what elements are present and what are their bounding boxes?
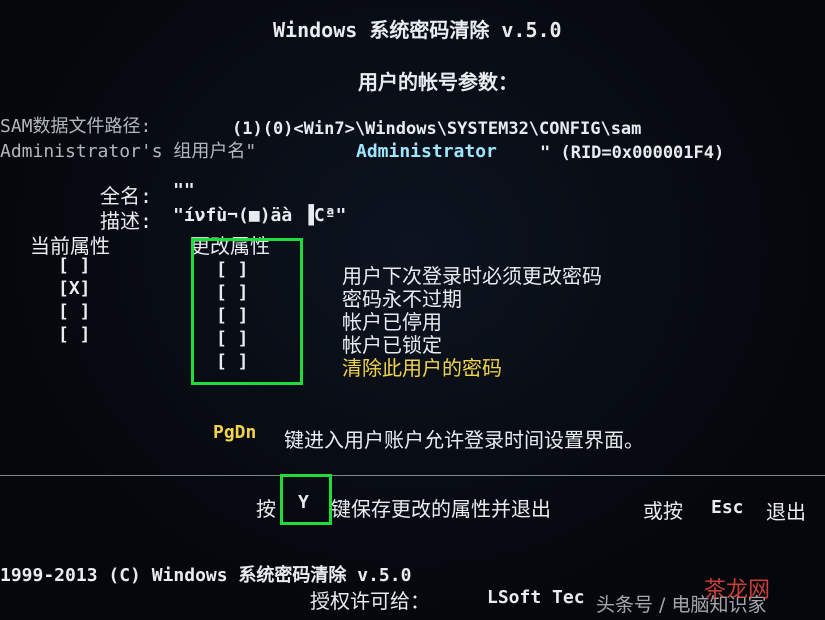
section-title: 用户的帐号参数：: [358, 70, 518, 94]
pgdn-instruction: 键进入用户账户允许登录时间设置界面。: [284, 428, 644, 452]
option-label-clear-password: 清除此用户的密码: [342, 356, 502, 380]
current-checkbox-3: [ ]: [58, 301, 91, 322]
watermark-brand: 茶龙网: [704, 578, 771, 603]
sam-path-value: (1)(0)<Win7>\Windows\SYSTEM32\CONFIG\sam: [232, 119, 642, 139]
current-checkbox-4: [ ]: [58, 324, 91, 345]
change-column-highlight: [191, 238, 303, 385]
licensee-name: LSoft Tec: [487, 587, 585, 608]
key-esc[interactable]: Esc: [711, 497, 744, 518]
divider-line: [0, 475, 825, 476]
pgdn-key: PgDn: [213, 422, 257, 443]
dos-screen: Windows 系统密码清除 v.5.0 用户的帐号参数： SAM数据文件路径:…: [0, 0, 825, 620]
app-title: Windows 系统密码清除 v.5.0: [273, 18, 562, 42]
license-label: 授权许可给：: [310, 589, 430, 613]
sam-path-label: SAM数据文件路径:: [0, 116, 152, 137]
username: Administrator: [356, 141, 497, 162]
current-checkbox-1: [ ]: [58, 255, 91, 276]
fullname-value: "": [173, 180, 195, 201]
exit-label: 退出: [766, 500, 806, 524]
or-label: 或按: [643, 499, 683, 523]
press-label: 按: [256, 497, 276, 521]
save-exit-instruction: 键保存更改的属性并退出: [331, 497, 551, 521]
copyright-line: 1999-2013 (C) Windows 系统密码清除 v.5.0: [0, 565, 412, 586]
current-checkbox-2: [X]: [58, 278, 91, 299]
group-label: Administrator's 组用户名": [0, 141, 257, 162]
rid-value: " (RID=0x000001F4): [540, 143, 725, 163]
description-value: "íνfù¬(■)äà ▐Cª": [173, 205, 347, 226]
key-y-highlight: [280, 474, 332, 525]
